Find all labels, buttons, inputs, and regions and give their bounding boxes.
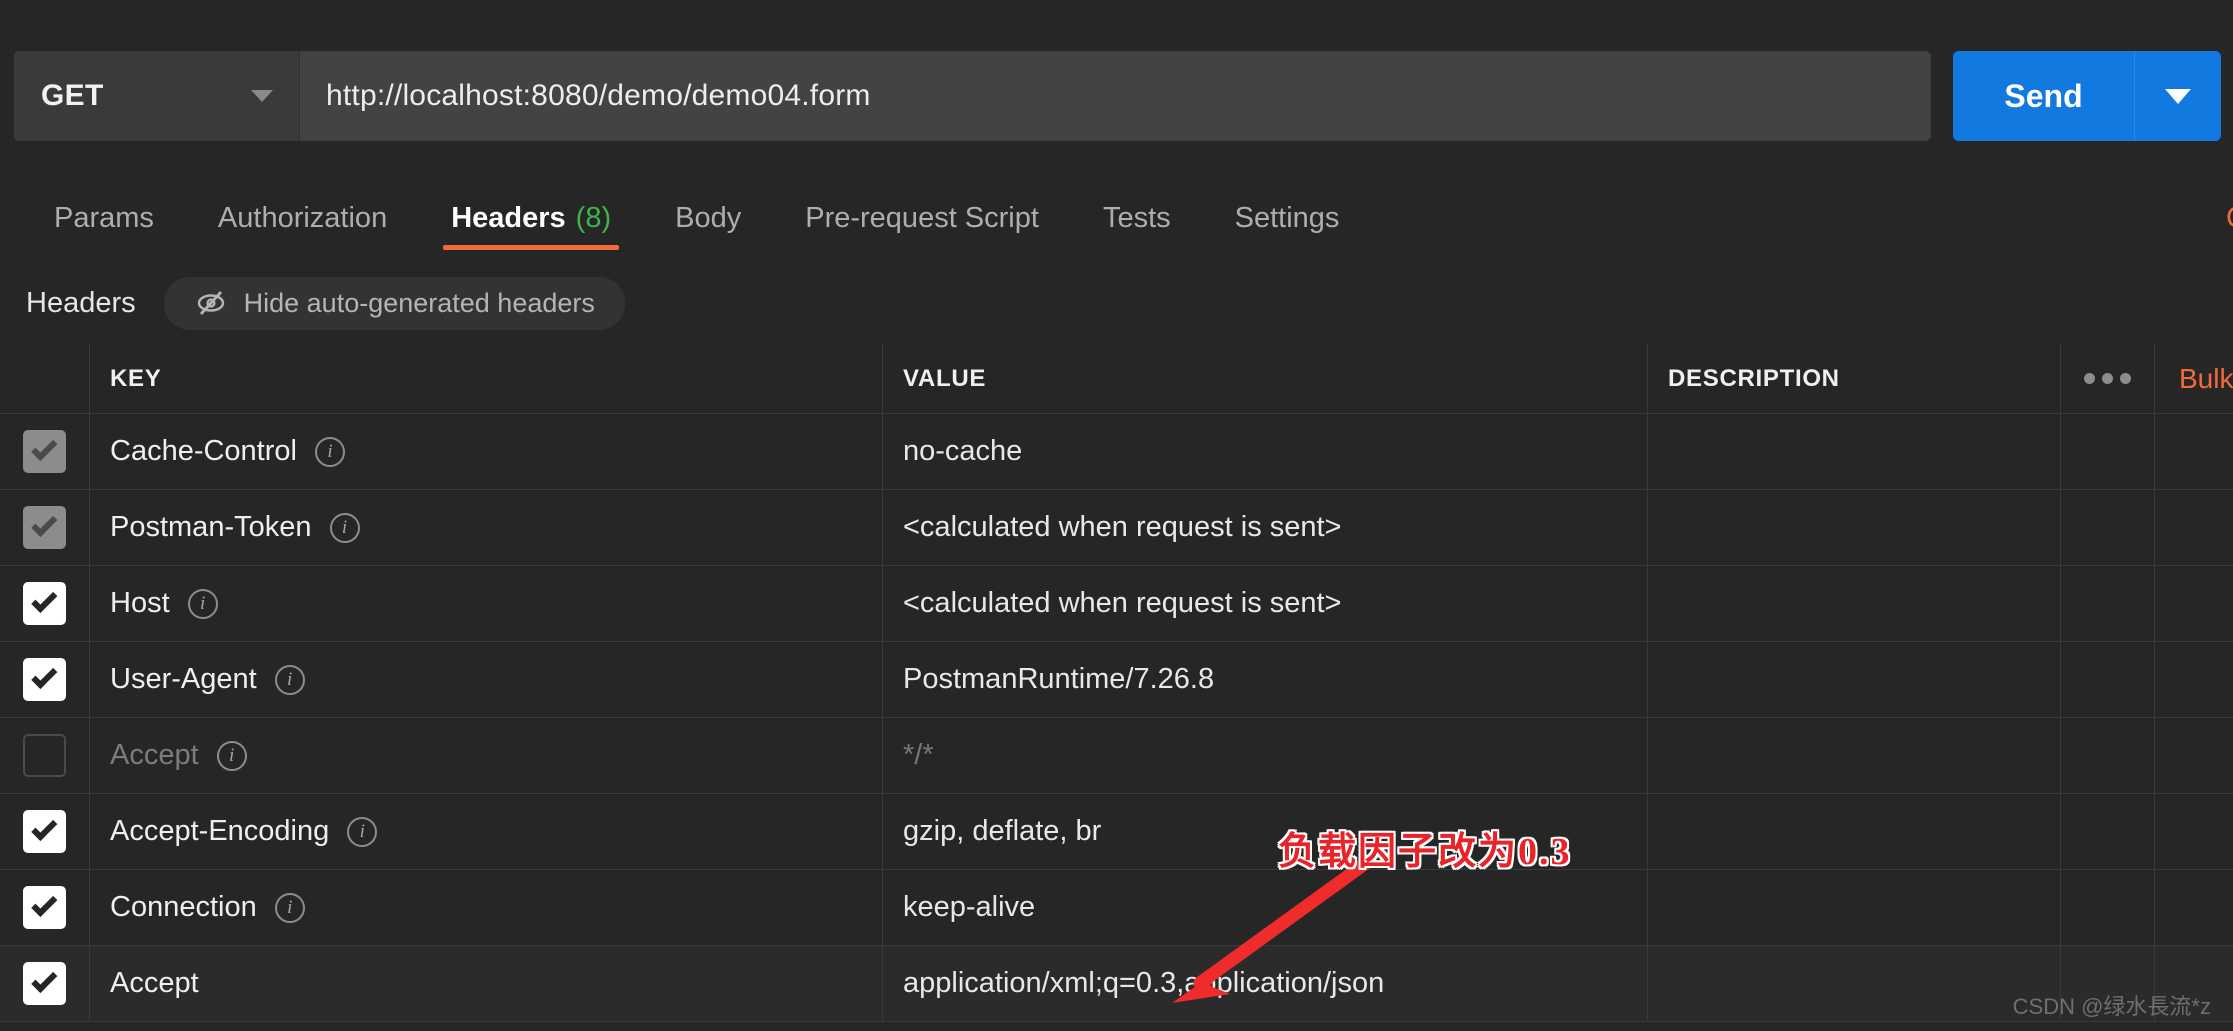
send-button[interactable]: Send (1953, 51, 2135, 141)
header-value: keep-alive (903, 891, 1036, 923)
headers-subbar: Headers Hide auto-generated headers (0, 262, 2233, 344)
eye-off-icon (197, 291, 224, 315)
row-spacer-end (2155, 870, 2233, 945)
table-options-button[interactable] (2061, 344, 2155, 413)
row-checkbox[interactable] (23, 506, 66, 549)
headers-table: KEY VALUE DESCRIPTION Bulk Edit Cache-Co… (0, 344, 2233, 1022)
row-checkbox[interactable] (23, 810, 66, 853)
info-icon[interactable]: i (274, 664, 305, 695)
table-row[interactable]: Accept i */* (0, 718, 2233, 794)
row-spacer (2061, 490, 2155, 565)
request-tabs: Params Authorization Headers (8) Body Pre… (0, 178, 2233, 258)
header-value: application/xml;q=0.3,application/json (903, 967, 1385, 999)
info-icon[interactable]: i (347, 816, 378, 847)
row-spacer-end (2155, 566, 2233, 641)
tab-label: Pre-request Script (805, 201, 1039, 234)
tab-authorization[interactable]: Authorization (186, 178, 419, 258)
row-checkbox[interactable] (23, 962, 66, 1005)
table-row[interactable]: Host i <calculated when request is sent> (0, 566, 2233, 642)
row-spacer-end (2155, 414, 2233, 489)
header-value: no-cache (903, 435, 1023, 467)
tab-label: Headers (451, 201, 566, 234)
header-key: Postman-Token (110, 511, 312, 543)
select-all-cell (0, 344, 90, 413)
tab-label: Body (675, 201, 742, 234)
send-button-group: Send (1953, 51, 2221, 141)
table-row[interactable]: Cache-Control i no-cache (0, 414, 2233, 490)
table-row[interactable]: User-Agent i PostmanRuntime/7.26.8 (0, 642, 2233, 718)
postman-request-pane: GET http://localhost:8080/demo/demo04.fo… (0, 0, 2233, 1031)
header-key: Host (110, 587, 170, 619)
row-spacer-end (2155, 718, 2233, 793)
tab-settings[interactable]: Settings (1203, 178, 1372, 258)
http-method-label: GET (41, 79, 104, 112)
url-text: http://localhost:8080/demo/demo04.form (326, 79, 871, 112)
column-header-description: DESCRIPTION (1668, 364, 1840, 392)
headers-count: (8) (575, 201, 612, 234)
header-key: Accept (110, 739, 199, 771)
hide-auto-generated-headers-button[interactable]: Hide auto-generated headers (163, 276, 625, 330)
chevron-down-icon (2165, 88, 2191, 104)
send-options-button[interactable] (2135, 51, 2221, 141)
header-value: */* (903, 739, 934, 771)
table-row[interactable]: Postman-Token i <calculated when request i… (0, 490, 2233, 566)
header-key: Connection (110, 891, 257, 923)
row-spacer (2061, 414, 2155, 489)
header-key: Accept-Encoding (110, 815, 330, 847)
headers-section-title: Headers (26, 286, 136, 319)
header-value: PostmanRuntime/7.26.8 (903, 663, 1215, 695)
row-spacer-end (2155, 794, 2233, 869)
chevron-down-icon (251, 90, 273, 102)
row-checkbox[interactable] (23, 582, 66, 625)
watermark: CSDN @绿水長流*z (2012, 994, 2211, 1019)
table-row[interactable]: Accept application/xml;q=0.3,application/… (0, 946, 2233, 1022)
info-icon[interactable]: i (216, 740, 247, 771)
info-icon[interactable]: i (329, 512, 360, 543)
header-key: Accept (110, 967, 199, 999)
request-url-bar: GET http://localhost:8080/demo/demo04.fo… (0, 44, 2233, 148)
tab-params[interactable]: Params (22, 178, 186, 258)
info-icon[interactable]: i (187, 588, 218, 619)
row-spacer-end (2155, 642, 2233, 717)
header-key: Cache-Control (110, 435, 297, 467)
tab-headers[interactable]: Headers (8) (419, 178, 643, 258)
headers-table-header-row: KEY VALUE DESCRIPTION Bulk Edit (0, 344, 2233, 414)
tab-label: Authorization (217, 201, 388, 234)
row-spacer (2061, 642, 2155, 717)
info-icon[interactable]: i (314, 436, 345, 467)
row-spacer-end (2155, 490, 2233, 565)
hide-auto-generated-headers-label: Hide auto-generated headers (243, 287, 595, 318)
tab-body[interactable]: Body (643, 178, 773, 258)
tab-tests[interactable]: Tests (1071, 178, 1203, 258)
tab-label: Settings (1234, 201, 1340, 234)
table-row[interactable]: Connection i keep-alive (0, 870, 2233, 946)
tab-label: Params (54, 201, 154, 234)
row-spacer (2061, 566, 2155, 641)
row-checkbox[interactable] (23, 658, 66, 701)
row-checkbox[interactable] (23, 734, 66, 777)
row-checkbox[interactable] (23, 430, 66, 473)
ellipsis-icon (2084, 373, 2131, 384)
http-method-select[interactable]: GET (15, 52, 300, 140)
table-row[interactable]: Accept-Encoding i gzip, deflate, br (0, 794, 2233, 870)
cookies-link[interactable]: C (2226, 202, 2233, 235)
tab-pre-request-script[interactable]: Pre-request Script (773, 178, 1071, 258)
info-icon[interactable]: i (274, 892, 305, 923)
tab-label: Tests (1102, 201, 1171, 234)
row-checkbox[interactable] (23, 886, 66, 929)
header-key: User-Agent (110, 663, 257, 695)
header-value: gzip, deflate, br (903, 815, 1102, 847)
bulk-edit-button[interactable]: Bulk Edit (2179, 363, 2233, 395)
method-and-url-group: GET http://localhost:8080/demo/demo04.fo… (14, 51, 1931, 141)
row-spacer (2061, 870, 2155, 945)
url-input[interactable]: http://localhost:8080/demo/demo04.form (300, 52, 1930, 140)
header-value: <calculated when request is sent> (903, 511, 1342, 543)
header-value: <calculated when request is sent> (903, 587, 1342, 619)
column-header-key: KEY (110, 364, 162, 392)
row-spacer (2061, 718, 2155, 793)
row-spacer (2061, 794, 2155, 869)
column-header-value: VALUE (903, 364, 987, 392)
